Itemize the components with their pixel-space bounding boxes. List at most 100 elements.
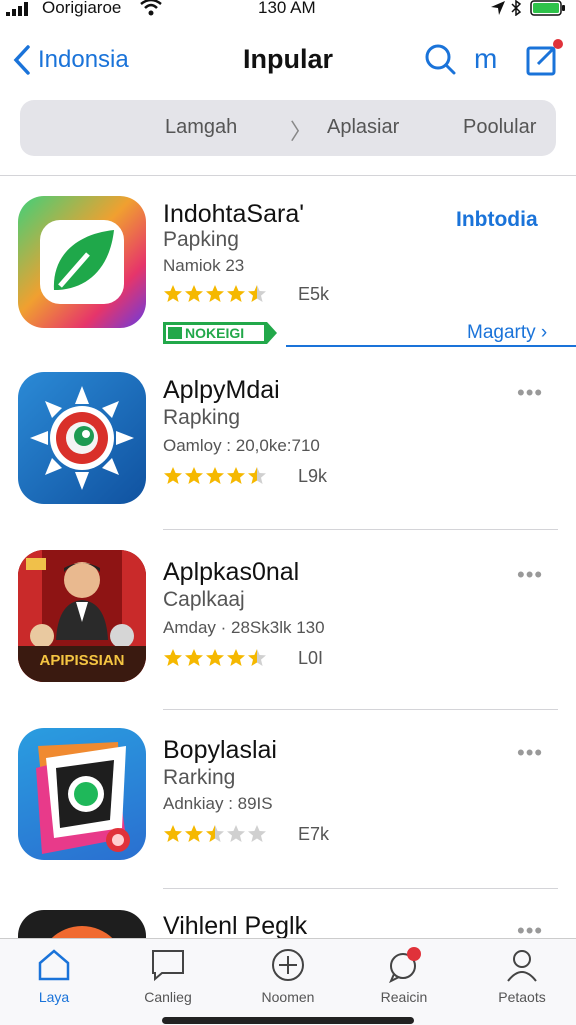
status-bar: Oorigiaroe 130 AM <box>0 0 576 20</box>
app-name: Vihlenl Peglk <box>163 912 308 938</box>
home-icon <box>38 949 70 981</box>
star-icon <box>164 285 182 302</box>
app-category: Rarking <box>163 766 236 789</box>
app-meta: Namiok 23 <box>163 256 245 275</box>
star-icon <box>206 825 224 842</box>
segment-third[interactable]: Poolular <box>463 116 536 139</box>
divider <box>0 175 576 176</box>
rating-count: E7k <box>298 824 330 844</box>
app-category: Caplkaaj <box>163 588 245 611</box>
rating-count: E5k <box>298 284 330 304</box>
wifi-icon <box>140 0 162 16</box>
rating-stars <box>163 824 268 846</box>
list-item[interactable]: AplpyMdai Rapking Oamloy : 20,0ke:710 L9… <box>0 370 576 530</box>
app-icon-leaf <box>18 196 146 328</box>
tab-label: Canlieg <box>144 989 192 1005</box>
tab-messages[interactable]: Canlieg <box>128 947 208 1005</box>
more-options-icon[interactable]: ••• <box>517 740 543 766</box>
tab-label: Noomen <box>261 989 315 1005</box>
battery-icon <box>530 0 565 16</box>
tab-notifications[interactable]: Reaicin <box>364 947 444 1005</box>
star-icon <box>206 649 224 666</box>
app-meta: Adnkiay : 89IS <box>163 794 273 813</box>
star-icon <box>206 285 224 302</box>
rating-stars <box>163 466 268 488</box>
star-icon <box>248 649 266 666</box>
tab-profile[interactable]: Petaots <box>482 947 562 1005</box>
tab-bar: Laya Canlieg Noomen Reaicin Petaots <box>0 938 576 1025</box>
star-icon <box>206 467 224 484</box>
updates-icon[interactable] <box>524 38 564 78</box>
signal-icon <box>6 2 28 16</box>
tag-badge-label: NOKEIGI <box>185 325 245 341</box>
star-icon <box>248 285 266 302</box>
app-meta: Amday · 28Sk3lk 130 <box>163 618 325 637</box>
app-name: AplpyMdai <box>163 376 280 404</box>
segment-first[interactable]: Lamgah <box>165 116 237 139</box>
app-icon-partial <box>18 910 146 938</box>
home-indicator <box>162 1017 414 1024</box>
list-item[interactable]: APIPISSIAN Aplpkas0nal Caplkaaj Amday · … <box>0 550 576 710</box>
app-category: Papking <box>163 228 239 251</box>
carrier-name: Oorigiaroe <box>42 0 122 17</box>
list-item[interactable]: Bopylaslai Rarking Adnkiay : 89IS E7k ••… <box>0 728 576 888</box>
navigation-bar: Indonsia Inpular m <box>0 30 576 90</box>
star-icon <box>185 825 203 842</box>
star-icon <box>227 825 245 842</box>
divider <box>163 709 558 710</box>
star-icon <box>227 649 245 666</box>
app-meta: Oamloy : 20,0ke:710 <box>163 436 320 455</box>
tab-label: Laya <box>38 989 70 1005</box>
star-icon <box>164 467 182 484</box>
app-name: Bopylaslai <box>163 736 277 764</box>
divider <box>163 888 558 889</box>
bottom-link-label: Magarty <box>467 322 536 343</box>
chat-notification-icon <box>389 947 421 983</box>
person-icon <box>507 950 537 982</box>
list-item[interactable]: Vihlenl Peglk ••• <box>0 908 576 938</box>
star-icon <box>185 285 203 302</box>
app-name: IndohtaSara' <box>163 200 304 228</box>
list-item[interactable]: IndohtaSara' Papking Namiok 23 E5k Inbto… <box>0 196 576 356</box>
star-icon <box>248 467 266 484</box>
plus-circle-icon <box>272 949 304 981</box>
open-app-button[interactable]: Inbtodia <box>456 208 538 232</box>
app-icon-poster: APIPISSIAN <box>18 550 146 682</box>
status-time: 130 AM <box>258 0 316 17</box>
app-category: Rapking <box>163 406 241 429</box>
library-button[interactable]: m <box>474 42 510 76</box>
tab-label: Petaots <box>498 989 546 1005</box>
tab-home[interactable]: Laya <box>14 947 94 1005</box>
star-icon <box>248 825 266 842</box>
more-options-icon[interactable]: ••• <box>517 562 543 588</box>
rating-stars <box>163 648 268 670</box>
tab-new[interactable]: Noomen <box>248 947 328 1005</box>
tag-badge: NOKEIGI <box>163 322 277 344</box>
bluetooth-icon <box>511 0 522 16</box>
more-options-icon[interactable]: ••• <box>517 918 543 938</box>
tab-label: Reaicin <box>380 989 428 1005</box>
bottom-link[interactable]: Magarty › <box>467 322 547 344</box>
star-icon <box>164 825 182 842</box>
star-icon <box>185 649 203 666</box>
app-icon-camera <box>18 728 146 860</box>
location-icon <box>491 1 505 15</box>
highlight-underline <box>286 345 576 347</box>
segment-separator-chevron-icon: 〉 <box>290 119 313 144</box>
app-icon-sun-eye <box>18 372 146 504</box>
chevron-right-icon: › <box>540 322 548 343</box>
star-icon <box>227 467 245 484</box>
search-icon[interactable] <box>424 42 456 76</box>
segmented-control: Lamgah 〉 Aplasiar Poolular <box>20 100 556 156</box>
message-icon <box>152 950 184 982</box>
rating-count: L0I <box>298 648 324 668</box>
app-name: Aplpkas0nal <box>163 558 300 586</box>
more-options-icon[interactable]: ••• <box>517 380 543 406</box>
star-icon <box>185 467 203 484</box>
star-icon <box>164 649 182 666</box>
divider <box>163 529 558 530</box>
rating-count: L9k <box>298 466 328 486</box>
app-icon-banner-text: APIPISSIAN <box>39 652 125 669</box>
segment-second[interactable]: Aplasiar <box>327 116 399 139</box>
rating-stars <box>163 284 268 306</box>
